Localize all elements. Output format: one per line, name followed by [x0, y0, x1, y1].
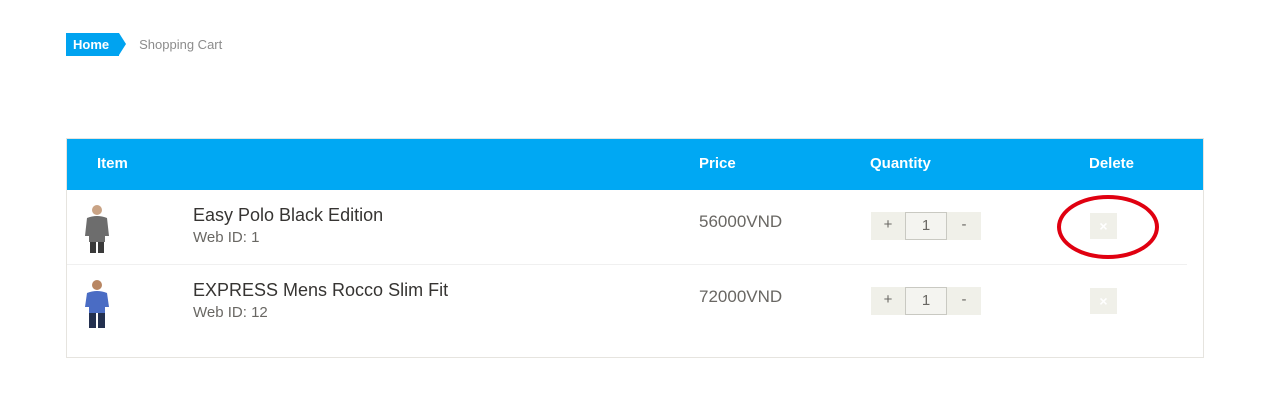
breadcrumb: Home Shopping Cart	[66, 33, 222, 56]
delete-button[interactable]: ×	[1090, 213, 1117, 239]
quantity-increase-button[interactable]: +	[871, 212, 905, 240]
product-price: 56000VND	[699, 212, 783, 231]
close-icon: ×	[1099, 218, 1108, 234]
product-web-id: Web ID: 12	[193, 304, 268, 321]
header-price: Price	[699, 155, 736, 172]
product-name[interactable]: EXPRESS Mens Rocco Slim Fit	[193, 280, 448, 301]
breadcrumb-home-link[interactable]: Home	[66, 33, 127, 56]
cart-table: Item Price Quantity Delete Easy Polo Bla…	[66, 138, 1204, 358]
quantity-increase-button[interactable]: +	[871, 287, 905, 315]
quantity-stepper: + 1 -	[871, 212, 981, 240]
header-quantity: Quantity	[870, 155, 931, 172]
quantity-input[interactable]: 1	[905, 212, 947, 240]
quantity-stepper: + 1 -	[871, 287, 981, 315]
quantity-input[interactable]: 1	[905, 287, 947, 315]
product-name[interactable]: Easy Polo Black Edition	[193, 205, 383, 226]
table-row: Easy Polo Black Edition Web ID: 1 56000V…	[67, 190, 1187, 265]
product-web-id: Web ID: 1	[193, 229, 260, 246]
cart-table-header: Item Price Quantity Delete	[67, 139, 1203, 190]
product-price: 72000VND	[699, 287, 783, 306]
close-icon: ×	[1099, 293, 1108, 309]
product-image[interactable]	[79, 202, 115, 254]
quantity-decrease-button[interactable]: -	[947, 287, 981, 315]
quantity-decrease-button[interactable]: -	[947, 212, 981, 240]
product-image[interactable]	[79, 277, 115, 329]
header-item: Item	[97, 155, 128, 172]
table-row: EXPRESS Mens Rocco Slim Fit Web ID: 12 7…	[67, 265, 1187, 339]
delete-button[interactable]: ×	[1090, 288, 1117, 314]
header-delete: Delete	[1089, 155, 1135, 172]
breadcrumb-current: Shopping Cart	[139, 37, 223, 52]
